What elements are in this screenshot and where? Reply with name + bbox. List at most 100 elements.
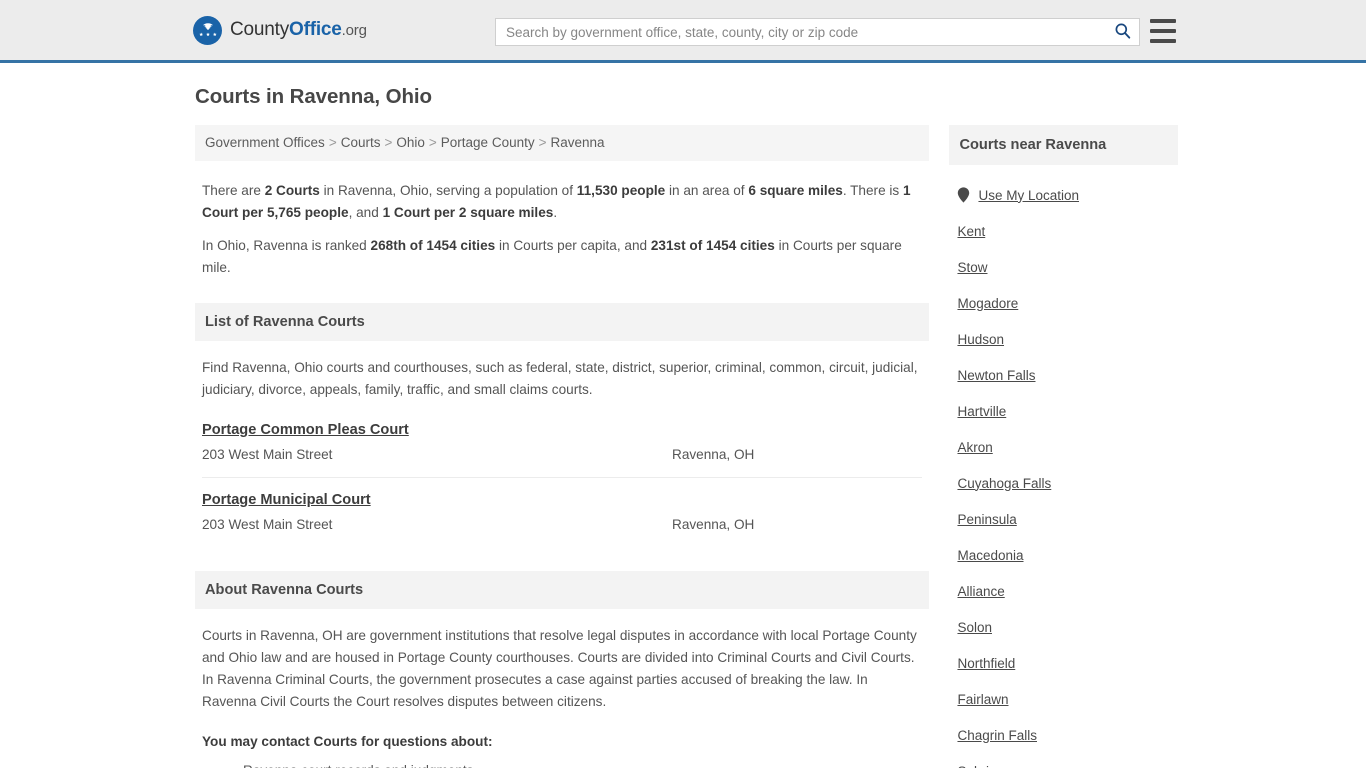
city-link[interactable]: Northfield	[957, 656, 1015, 671]
intro-text: in Courts per capita, and	[495, 238, 651, 253]
breadcrumb-item-ohio[interactable]: Ohio	[396, 135, 425, 150]
city-link[interactable]: Hudson	[957, 332, 1004, 347]
intro-paragraph-1: There are 2 Courts in Ravenna, Ohio, ser…	[202, 180, 929, 224]
city-link[interactable]: Akron	[957, 440, 992, 455]
city-link[interactable]: Peninsula	[957, 512, 1016, 527]
sidebar-item-sebring[interactable]: Sebring	[949, 753, 1178, 768]
sidebar-item-hudson[interactable]: Hudson	[949, 321, 1178, 357]
map-pin-icon	[957, 187, 970, 203]
sidebar-item-mogadore[interactable]: Mogadore	[949, 285, 1178, 321]
city-link[interactable]: Solon	[957, 620, 992, 635]
intro-statistics: There are 2 Courts in Ravenna, Ohio, ser…	[195, 161, 929, 279]
intro-text: .	[553, 205, 558, 220]
two-column-layout: Government Offices > Courts > Ohio > Portage C…	[188, 125, 1178, 768]
stat-population: 11,530 people	[576, 183, 666, 198]
contact-topics-list: Ravenna court records and judgments Law …	[202, 761, 922, 768]
city-link[interactable]: Newton Falls	[957, 368, 1035, 383]
city-link[interactable]: Fairlawn	[957, 692, 1008, 707]
stat-rank-per-sq-mile: 231st of 1454 cities	[650, 238, 775, 253]
list-section-description: Find Ravenna, Ohio courts and courthouse…	[202, 360, 918, 397]
court-city-state: Ravenna, OH	[672, 447, 755, 462]
page-title: Courts in Ravenna, Ohio	[195, 85, 432, 108]
sidebar-item-cuyahoga-falls[interactable]: Cuyahoga Falls	[949, 465, 1178, 501]
sidebar-item-newton-falls[interactable]: Newton Falls	[949, 357, 1178, 393]
city-link[interactable]: Mogadore	[957, 296, 1018, 311]
city-link[interactable]: Cuyahoga Falls	[957, 476, 1051, 491]
court-name-link[interactable]: Portage Common Pleas Court	[202, 422, 409, 438]
city-link[interactable]: Hartville	[957, 404, 1006, 419]
site-header: CountyOffice.org	[0, 0, 1366, 63]
intro-text: in Ravenna, Ohio, serving a population o…	[319, 183, 577, 198]
sidebar-item-stow[interactable]: Stow	[949, 249, 1178, 285]
intro-text: in an area of	[665, 183, 749, 198]
logo-text-office: Office	[289, 19, 342, 40]
court-detail-row: 203 West Main Street Ravenna, OH	[202, 445, 922, 465]
content-container: Courts in Ravenna, Ohio Government Offic…	[188, 85, 1178, 768]
about-section-text: Courts in Ravenna, OH are government ins…	[202, 628, 917, 709]
site-logo[interactable]: CountyOffice.org	[193, 15, 367, 45]
intro-text: , and	[348, 205, 383, 220]
court-city-state: Ravenna, OH	[672, 517, 755, 532]
city-link[interactable]: Chagrin Falls	[957, 728, 1037, 743]
search-button[interactable]	[1105, 19, 1139, 45]
eagle-seal-icon	[193, 15, 222, 45]
sidebar-heading: Courts near Ravenna	[949, 125, 1178, 165]
intro-text: . There is	[842, 183, 904, 198]
search-bar[interactable]	[495, 18, 1140, 46]
about-section-body: Courts in Ravenna, OH are government ins…	[195, 625, 929, 768]
menu-bar-1	[1150, 19, 1176, 23]
city-link[interactable]: Kent	[957, 224, 985, 239]
list-section-heading: List of Ravenna Courts	[195, 303, 930, 341]
breadcrumb-separator: >	[538, 135, 547, 150]
sidebar-item-fairlawn[interactable]: Fairlawn	[949, 681, 1178, 717]
city-link[interactable]: Stow	[957, 260, 987, 275]
breadcrumb-item-courts[interactable]: Courts	[341, 135, 381, 150]
court-detail-row: 203 West Main Street Ravenna, OH	[202, 515, 922, 535]
breadcrumb-separator: >	[328, 135, 337, 150]
intro-text: There are	[202, 183, 265, 198]
sidebar-item-macedonia[interactable]: Macedonia	[949, 537, 1178, 573]
court-list-item: Portage Municipal Court 203 West Main St…	[202, 491, 922, 547]
city-link[interactable]: Macedonia	[957, 548, 1023, 563]
breadcrumb-separator: >	[428, 135, 437, 150]
court-address: 203 West Main Street	[202, 447, 333, 462]
about-section-heading: About Ravenna Courts	[195, 571, 930, 609]
menu-bar-2	[1150, 29, 1176, 33]
sidebar-item-solon[interactable]: Solon	[949, 609, 1178, 645]
sidebar-item-northfield[interactable]: Northfield	[949, 645, 1178, 681]
court-list: Portage Common Pleas Court 203 West Main…	[195, 421, 929, 547]
breadcrumb-item-portage-county[interactable]: Portage County	[441, 135, 535, 150]
sidebar-item-use-my-location[interactable]: Use My Location	[949, 177, 1178, 213]
sidebar-item-peninsula[interactable]: Peninsula	[949, 501, 1178, 537]
breadcrumb: Government Offices > Courts > Ohio > Portage C…	[195, 125, 930, 161]
sidebar-item-kent[interactable]: Kent	[949, 213, 1178, 249]
sidebar-city-list: Use My Location Kent Stow Mogadore Hudso…	[949, 165, 1178, 768]
logo-text-county: County	[230, 19, 290, 40]
court-name-link[interactable]: Portage Municipal Court	[202, 492, 371, 508]
sidebar-item-hartville[interactable]: Hartville	[949, 393, 1178, 429]
stat-area: 6 square miles	[748, 183, 843, 198]
logo-text-tld: .org	[341, 22, 367, 39]
intro-text: In Ohio, Ravenna is ranked	[202, 238, 371, 253]
breadcrumb-separator: >	[384, 135, 393, 150]
use-my-location-link[interactable]: Use My Location	[978, 188, 1079, 203]
menu-bar-3	[1150, 39, 1176, 43]
sidebar-item-alliance[interactable]: Alliance	[949, 573, 1178, 609]
sidebar: Courts near Ravenna Use My Location Kent…	[949, 125, 1178, 768]
search-input[interactable]	[496, 19, 1105, 45]
stat-courts-per-area: 1 Court per 2 square miles	[382, 205, 554, 220]
hamburger-menu-icon[interactable]	[1150, 19, 1176, 43]
city-link[interactable]: Alliance	[957, 584, 1004, 599]
stat-rank-per-capita: 268th of 1454 cities	[370, 238, 496, 253]
court-list-item: Portage Common Pleas Court 203 West Main…	[202, 421, 923, 478]
sidebar-item-akron[interactable]: Akron	[949, 429, 1178, 465]
breadcrumb-item-ravenna[interactable]: Ravenna	[550, 135, 604, 150]
breadcrumb-item-government-offices[interactable]: Government Offices	[205, 135, 325, 150]
list-item: Ravenna court records and judgments	[229, 761, 922, 768]
site-logo-text: CountyOffice.org	[230, 19, 367, 41]
city-link[interactable]: Sebring	[957, 764, 1004, 768]
page-body: Courts in Ravenna, Ohio Government Offic…	[0, 63, 1366, 768]
contact-lead-text: You may contact Courts for questions abo…	[202, 734, 493, 749]
sidebar-item-chagrin-falls[interactable]: Chagrin Falls	[949, 717, 1178, 753]
court-address: 203 West Main Street	[202, 517, 333, 532]
